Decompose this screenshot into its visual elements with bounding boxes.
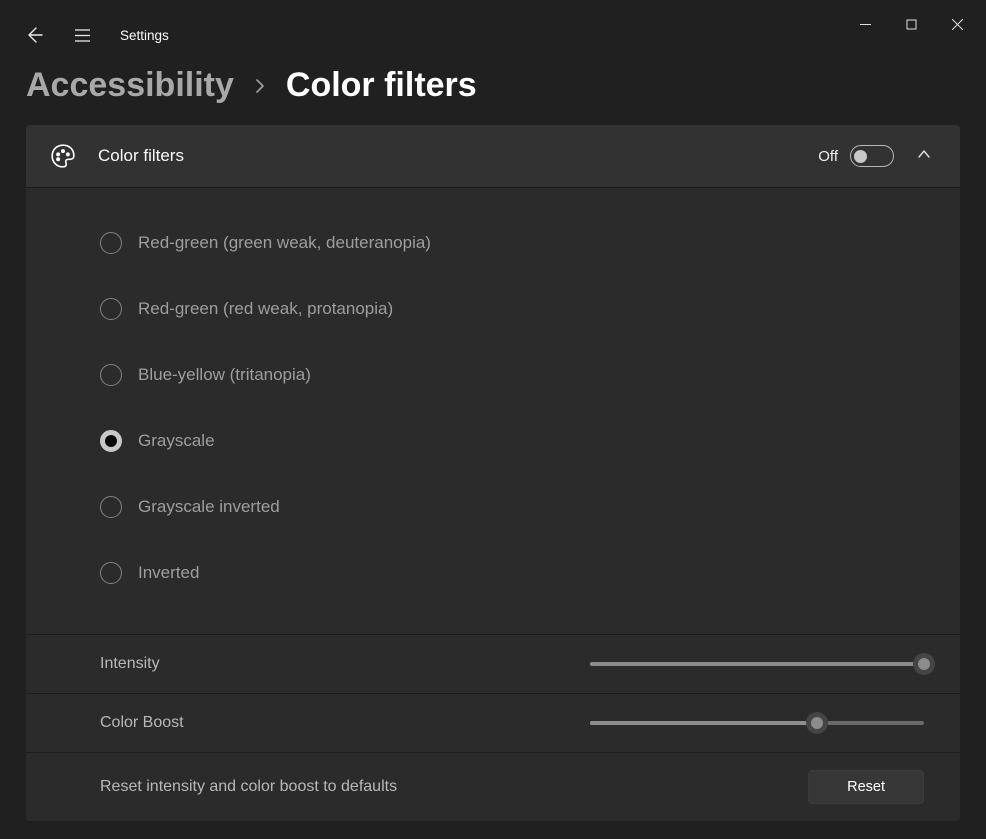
intensity-slider[interactable] bbox=[590, 652, 924, 676]
slider-thumb[interactable] bbox=[806, 712, 828, 734]
card-header[interactable]: Color filters Off bbox=[26, 125, 960, 187]
chevron-up-icon[interactable] bbox=[916, 146, 932, 167]
back-button[interactable] bbox=[16, 17, 52, 53]
radio-label: Red-green (green weak, deuteranopia) bbox=[138, 233, 431, 253]
breadcrumb: Accessibility Color filters bbox=[0, 60, 986, 125]
radio-icon bbox=[100, 364, 122, 386]
app-title: Settings bbox=[120, 28, 169, 43]
color-boost-label: Color Boost bbox=[100, 714, 590, 732]
color-boost-slider[interactable] bbox=[590, 711, 924, 735]
radio-icon bbox=[100, 232, 122, 254]
radio-tritanopia[interactable]: Blue-yellow (tritanopia) bbox=[26, 342, 960, 408]
color-filters-card: Color filters Off Red-green (green weak,… bbox=[26, 125, 960, 821]
radio-inverted[interactable]: Inverted bbox=[26, 540, 960, 606]
maximize-button[interactable] bbox=[888, 8, 934, 40]
chevron-right-icon bbox=[252, 70, 268, 101]
topbar: Settings bbox=[0, 22, 986, 48]
close-button[interactable] bbox=[934, 8, 980, 40]
slider-fill bbox=[590, 721, 817, 725]
color-filters-toggle[interactable] bbox=[850, 145, 894, 167]
reset-row: Reset intensity and color boost to defau… bbox=[26, 752, 960, 821]
intensity-label: Intensity bbox=[100, 655, 590, 673]
slider-thumb[interactable] bbox=[913, 653, 935, 675]
radio-label: Inverted bbox=[138, 563, 199, 583]
radio-protanopia[interactable]: Red-green (red weak, protanopia) bbox=[26, 276, 960, 342]
breadcrumb-parent[interactable]: Accessibility bbox=[26, 66, 234, 105]
radio-icon bbox=[100, 562, 122, 584]
radio-icon bbox=[100, 430, 122, 452]
color-filters-toggle-wrap: Off bbox=[818, 145, 894, 167]
intensity-row: Intensity bbox=[26, 634, 960, 693]
toggle-knob bbox=[854, 150, 867, 163]
radio-label: Blue-yellow (tritanopia) bbox=[138, 365, 311, 385]
radio-icon bbox=[100, 298, 122, 320]
radio-grayscale[interactable]: Grayscale bbox=[26, 408, 960, 474]
radio-icon bbox=[100, 496, 122, 518]
breadcrumb-current: Color filters bbox=[286, 66, 477, 105]
radio-label: Grayscale inverted bbox=[138, 497, 280, 517]
radio-label: Grayscale bbox=[138, 431, 215, 451]
minimize-button[interactable] bbox=[842, 8, 888, 40]
reset-button[interactable]: Reset bbox=[808, 770, 924, 804]
hamburger-button[interactable] bbox=[64, 17, 100, 53]
slider-fill bbox=[590, 662, 924, 666]
card-title: Color filters bbox=[98, 146, 818, 166]
toggle-state-label: Off bbox=[818, 148, 838, 165]
color-boost-row: Color Boost bbox=[26, 693, 960, 752]
radio-label: Red-green (red weak, protanopia) bbox=[138, 299, 393, 319]
reset-label: Reset intensity and color boost to defau… bbox=[100, 778, 808, 796]
radio-deuteranopia[interactable]: Red-green (green weak, deuteranopia) bbox=[26, 210, 960, 276]
filter-options: Red-green (green weak, deuteranopia) Red… bbox=[26, 187, 960, 634]
radio-grayscale-inverted[interactable]: Grayscale inverted bbox=[26, 474, 960, 540]
palette-icon bbox=[50, 143, 76, 169]
